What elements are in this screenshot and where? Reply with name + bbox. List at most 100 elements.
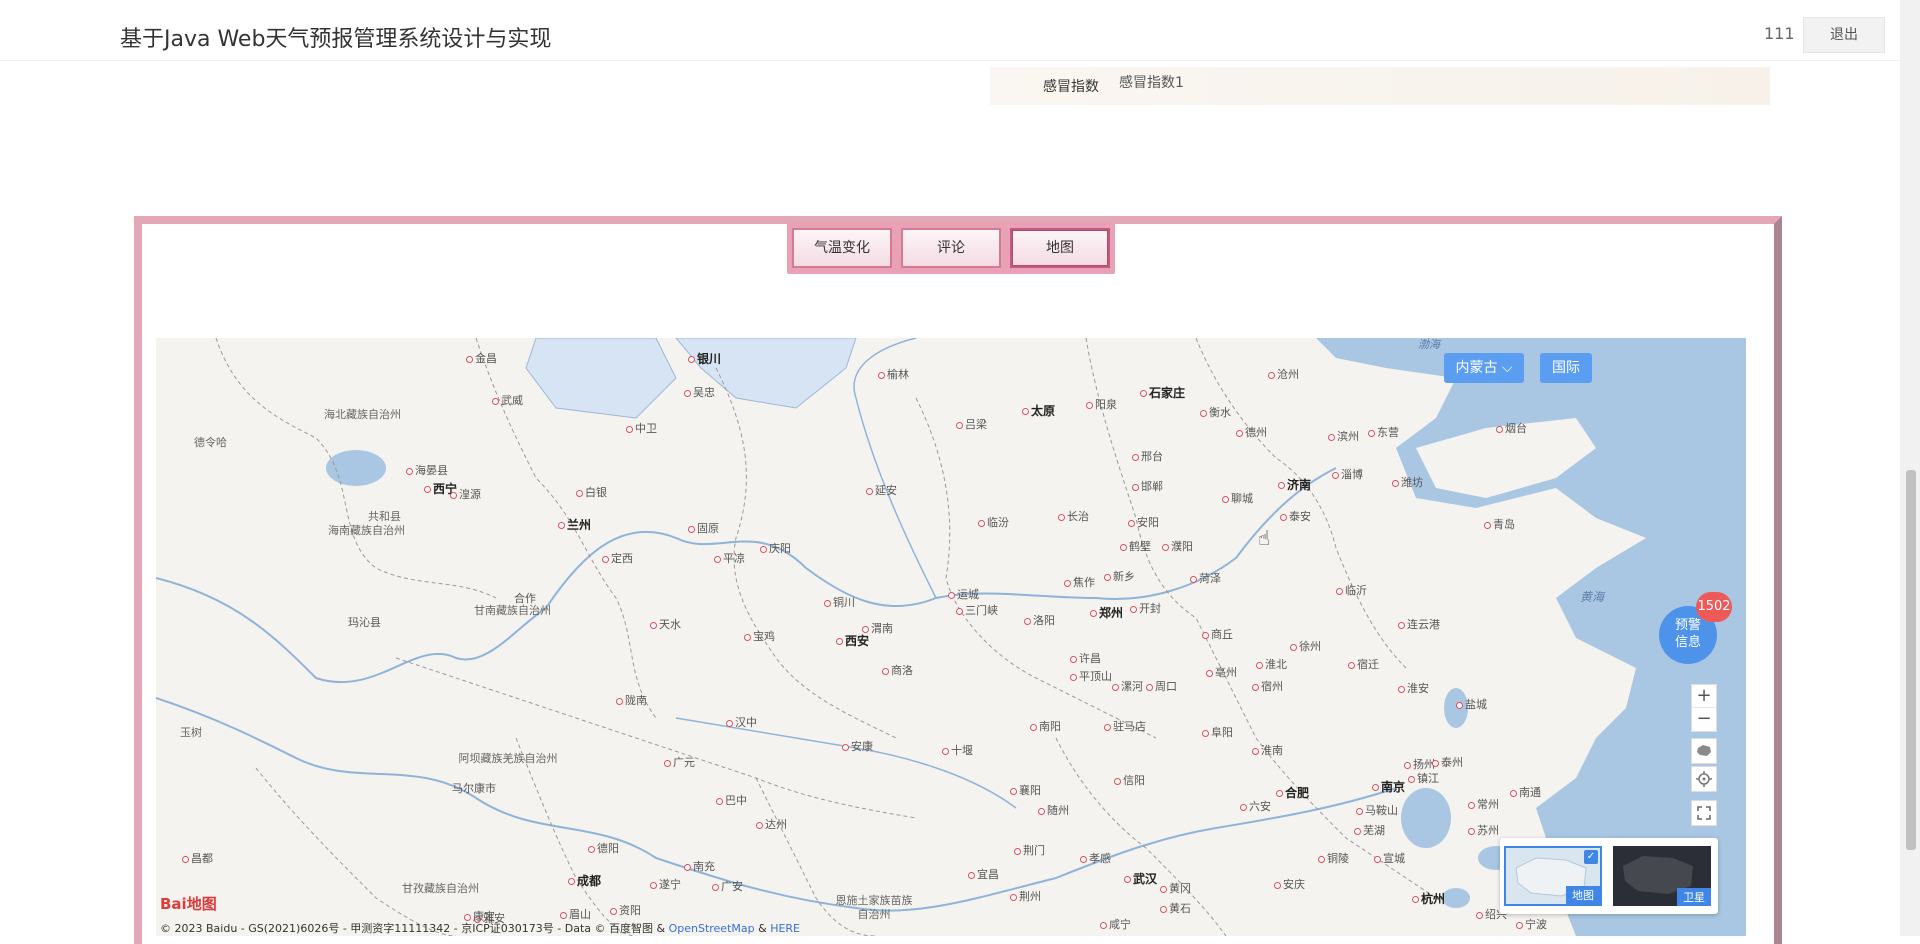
map-city-label: 泰安 (1280, 508, 1311, 524)
map-city-label: 长治 (1058, 508, 1089, 524)
map-city-label: 阳泉 (1086, 396, 1117, 412)
zoom-in-button[interactable]: + (1692, 685, 1716, 708)
map-city-label: 邢台 (1132, 448, 1163, 464)
map-city-label: 广元 (664, 754, 695, 770)
weather-alert-label: 预警 信息 (1659, 617, 1717, 651)
cold-index-row (990, 67, 1770, 105)
map-city-label: 十堰 (942, 742, 973, 758)
map-type-normal[interactable]: ✓ 地图 (1504, 846, 1602, 906)
map-city-label: 合肥 (1276, 784, 1309, 801)
map-city-label: 荆州 (1010, 888, 1041, 904)
logout-button[interactable]: 退出 (1803, 17, 1885, 53)
username: 111 (1764, 24, 1795, 43)
map-city-label: 宿州 (1252, 678, 1283, 694)
map-city-label: 常州 (1468, 796, 1499, 812)
map-region-label: 甘孜藏族自治州 (402, 882, 479, 895)
map-city-label: 宜昌 (968, 866, 999, 882)
map-city-label: 宣城 (1374, 850, 1405, 866)
map-city-label: 聊城 (1222, 490, 1253, 506)
map-city-label: 资阳 (610, 902, 641, 918)
map-city-label: 安阳 (1128, 514, 1159, 530)
map-city-label: 孝感 (1080, 850, 1111, 866)
map-international-button[interactable]: 国际 (1540, 353, 1592, 383)
map-city-label: 菏泽 (1190, 570, 1221, 586)
map-city-label: 淄博 (1332, 466, 1363, 482)
map-city-label: 玛沁县 (348, 616, 381, 629)
map-city-label: 青岛 (1484, 516, 1515, 532)
map-city-label: 开封 (1130, 600, 1161, 616)
openstreetmap-link[interactable]: OpenStreetMap (669, 922, 755, 935)
map-city-label: 湟源 (450, 486, 481, 502)
sea-label-bohai: 渤海 (1418, 338, 1440, 351)
tab-map[interactable]: 地图 (1010, 228, 1110, 268)
map-city-label: 濮阳 (1162, 538, 1193, 554)
map-city-label: 济南 (1278, 476, 1311, 493)
locate-icon[interactable] (1691, 766, 1717, 792)
map-city-label: 商洛 (882, 662, 913, 678)
weather-alert-label-line2: 信息 (1674, 635, 1701, 650)
zoom-out-button[interactable]: − (1692, 708, 1716, 730)
map-city-label: 许昌 (1070, 650, 1101, 666)
map-city-label: 滨州 (1328, 428, 1359, 444)
map-city-label: 马鞍山 (1356, 802, 1398, 818)
map-city-label: 邯郸 (1132, 478, 1163, 494)
map-city-label: 鹤壁 (1120, 538, 1151, 554)
map-city-label: 郑州 (1090, 604, 1123, 621)
map-city-label: 马尔康市 (452, 782, 496, 795)
tab-comments[interactable]: 评论 (901, 228, 1001, 268)
map-city-label: 新乡 (1104, 568, 1135, 584)
map-type-satellite[interactable]: 卫星 (1613, 846, 1711, 906)
map-city-label: 铜川 (824, 594, 855, 610)
map-city-label: 遂宁 (650, 876, 681, 892)
map-region-select-button[interactable]: 内蒙古 ⌵ (1444, 353, 1524, 383)
map-city-label: 咸宁 (1100, 916, 1131, 932)
map-city-label: 周口 (1146, 678, 1177, 694)
map-city-label: 武汉 (1124, 870, 1157, 887)
map-city-label: 襄阳 (1010, 782, 1041, 798)
tab-temperature-change[interactable]: 气温变化 (792, 228, 892, 268)
scroll-thumb[interactable] (1906, 470, 1916, 850)
map-city-label: 吴忠 (684, 384, 715, 400)
map-city-label: 太原 (1022, 402, 1055, 419)
map-city-label: 南通 (1510, 784, 1541, 800)
map-city-label: 宁波 (1516, 916, 1547, 932)
map-city-label: 南充 (684, 858, 715, 874)
map-city-label: 黄石 (1160, 900, 1191, 916)
map-city-label: 淮北 (1256, 656, 1287, 672)
map-city-label: 亳州 (1206, 664, 1237, 680)
map-city-label: 南阳 (1030, 718, 1061, 734)
map-city-label: 昌都 (182, 850, 213, 866)
hand-cursor-icon: ☝ (1258, 526, 1271, 550)
map-city-label: 六安 (1240, 798, 1271, 814)
map-city-label: 巴中 (716, 792, 747, 808)
map-city-label: 淮南 (1252, 742, 1283, 758)
map-region-label: 恩施土家族苗族自治州 (835, 894, 913, 921)
copyright-text: © 2023 Baidu - GS(2021)6026号 - 甲测资字11111… (160, 922, 669, 935)
map-city-label: 南京 (1372, 778, 1405, 795)
map-region-label: 海北藏族自治州 (324, 408, 401, 421)
map-city-label: 渭南 (862, 620, 893, 636)
map-city-label: 兰州 (558, 516, 591, 533)
map-type-satellite-label: 卫星 (1677, 888, 1711, 906)
map-city-label: 随州 (1038, 802, 1069, 818)
map-city-label: 盐城 (1456, 696, 1487, 712)
map-region-label: 海南藏族自治州 (328, 524, 405, 537)
map-city-label: 三门峡 (956, 602, 998, 618)
map-city-label: 泰州 (1432, 754, 1463, 770)
map-region-label: 阿坝藏族羌族自治州 (458, 752, 558, 765)
fullscreen-icon[interactable] (1691, 800, 1717, 826)
map-city-label: 达州 (756, 816, 787, 832)
map-region-label: 玉树 (180, 726, 202, 739)
china-map-icon[interactable] (1691, 738, 1717, 764)
map-city-label: 金昌 (466, 350, 497, 366)
map-city-label: 临汾 (978, 514, 1009, 530)
map-city-label: 芜湖 (1354, 822, 1385, 838)
map-city-label: 漯河 (1112, 678, 1143, 694)
cold-index-label: 感冒指数 (1043, 79, 1099, 95)
here-link[interactable]: HERE (770, 922, 800, 935)
map-city-label: 衡水 (1200, 404, 1231, 420)
map-city-label: 商丘 (1202, 626, 1233, 642)
map-region-label: 甘南藏族自治州 (474, 604, 551, 617)
map-city-label: 烟台 (1496, 420, 1527, 436)
zoom-control: + − (1691, 684, 1717, 732)
